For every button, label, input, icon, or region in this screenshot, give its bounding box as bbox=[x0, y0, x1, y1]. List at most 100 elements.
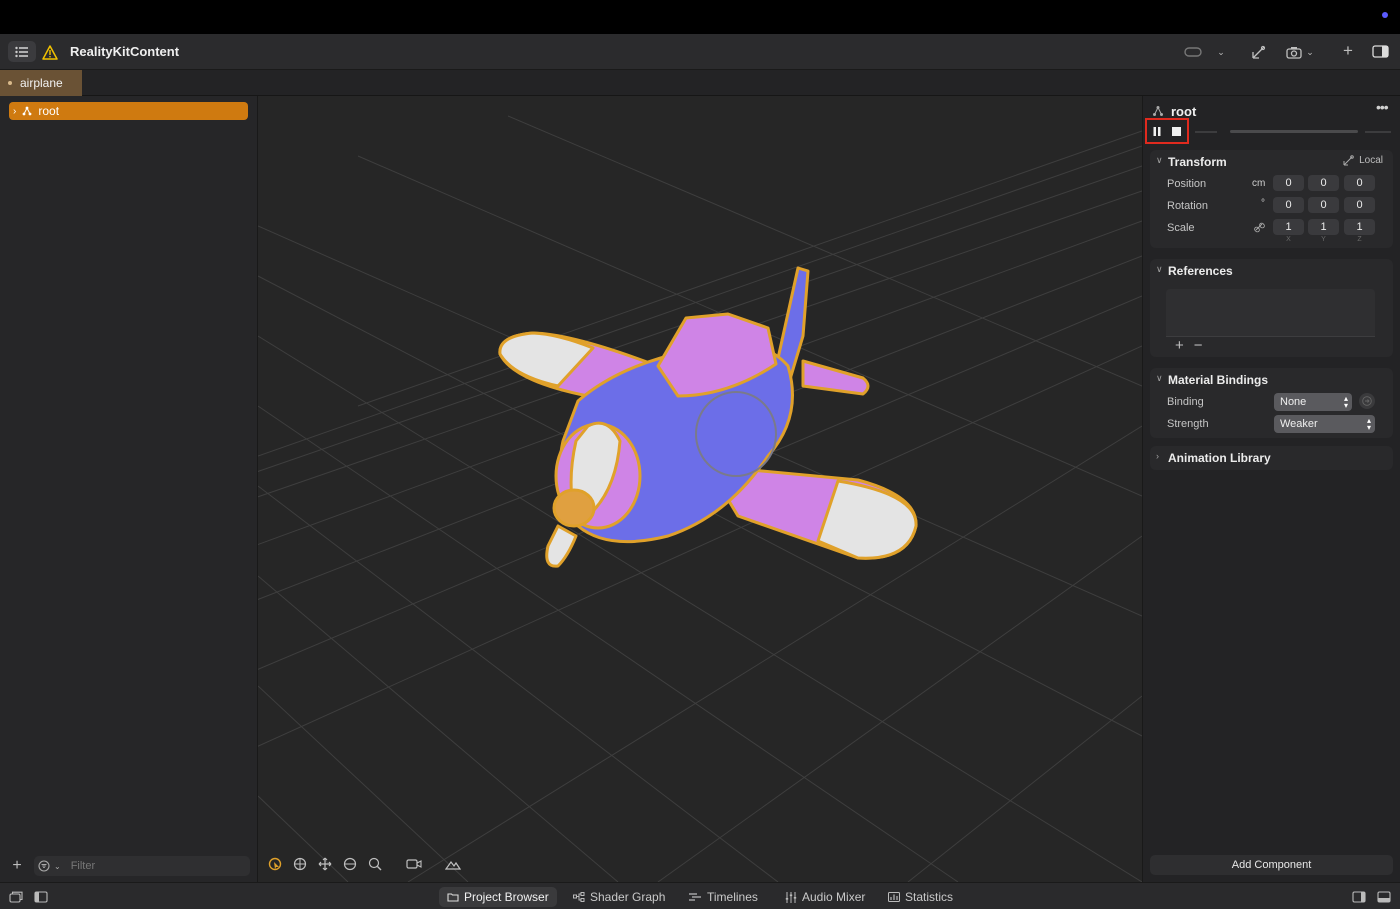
window-toolbar: RealityKitContent ⌄ ⌄ + bbox=[0, 34, 1400, 70]
chevron-down-icon[interactable]: ∨ bbox=[1156, 264, 1163, 275]
camera-view-button[interactable] bbox=[405, 856, 422, 873]
filter-icon[interactable] bbox=[38, 860, 50, 872]
left-sidebar-toggle-button[interactable] bbox=[33, 889, 49, 905]
space-label: Local bbox=[1359, 155, 1383, 166]
add-button[interactable]: + bbox=[1339, 41, 1357, 60]
disclosure-chevron-icon[interactable]: › bbox=[13, 106, 16, 117]
timecode-end bbox=[1365, 131, 1391, 133]
chevron-down-icon[interactable]: ⌄ bbox=[1214, 43, 1228, 61]
windows-button[interactable] bbox=[8, 889, 24, 905]
arrow-right-circle-icon bbox=[1362, 396, 1372, 406]
entity-icon bbox=[1153, 106, 1163, 116]
chevron-down-icon[interactable]: ⌄ bbox=[54, 862, 61, 871]
hierarchy-footer: + ⌄ Filter bbox=[0, 850, 258, 882]
references-section: ∨ References + − bbox=[1150, 259, 1393, 357]
filter-placeholder: Filter bbox=[70, 860, 96, 872]
local-axes-icon bbox=[1343, 155, 1354, 166]
hierarchy-item-label: root bbox=[38, 104, 60, 118]
position-x-field[interactable]: 0 bbox=[1273, 175, 1304, 191]
orbit-tool-button[interactable] bbox=[291, 856, 308, 873]
add-component-button[interactable]: Add Component bbox=[1150, 855, 1393, 875]
rotation-unit[interactable]: ° bbox=[1261, 198, 1265, 209]
chevron-down-icon[interactable]: ⌄ bbox=[1304, 43, 1316, 61]
transform-tool-button[interactable] bbox=[1249, 43, 1267, 61]
tab-project-browser[interactable]: Project Browser bbox=[439, 887, 557, 907]
pause-icon[interactable] bbox=[1153, 126, 1161, 136]
more-options-icon[interactable]: ••• bbox=[1376, 100, 1392, 118]
tab-timelines[interactable]: Timelines bbox=[680, 887, 766, 907]
orbit-icon bbox=[293, 857, 306, 871]
warning-button[interactable] bbox=[40, 42, 60, 62]
vision-pro-preview-button[interactable] bbox=[1182, 43, 1204, 61]
filter-field[interactable]: ⌄ Filter bbox=[34, 856, 250, 876]
position-y-field[interactable]: 0 bbox=[1308, 175, 1339, 191]
animation-scrubber[interactable] bbox=[1230, 130, 1358, 133]
tab-label: airplane bbox=[20, 76, 63, 90]
scale-x-field[interactable]: 1 bbox=[1273, 219, 1304, 235]
link-icon[interactable] bbox=[1254, 222, 1265, 233]
tab-label: Statistics bbox=[905, 890, 954, 904]
stop-icon[interactable] bbox=[1172, 126, 1181, 136]
animation-library-section[interactable]: › Animation Library bbox=[1150, 446, 1393, 470]
recording-indicator-icon bbox=[1382, 12, 1388, 18]
zoom-tool-button[interactable] bbox=[366, 856, 383, 873]
axis-z-label: Z bbox=[1357, 236, 1362, 243]
bottom-panel-toggle-button[interactable] bbox=[1376, 889, 1392, 905]
rotation-label: Rotation bbox=[1167, 200, 1208, 212]
video-camera-icon bbox=[405, 859, 422, 869]
scene-hierarchy-panel: › root + ⌄ Filter bbox=[0, 96, 258, 882]
binding-value: None bbox=[1280, 396, 1307, 408]
position-unit[interactable]: cm bbox=[1252, 178, 1265, 189]
ground-grid bbox=[258, 115, 1142, 882]
remove-reference-button[interactable]: − bbox=[1194, 337, 1203, 354]
rotation-z-field[interactable]: 0 bbox=[1344, 197, 1375, 213]
scale-z-field[interactable]: 1 bbox=[1344, 219, 1375, 235]
references-list[interactable] bbox=[1166, 289, 1375, 337]
up-down-chevron-icon: ▴ ▾ bbox=[1343, 394, 1348, 410]
mountains-icon bbox=[444, 860, 461, 870]
chevron-right-icon[interactable]: › bbox=[1156, 451, 1159, 461]
binding-go-button[interactable] bbox=[1359, 393, 1375, 409]
environment-button[interactable] bbox=[444, 856, 461, 873]
hierarchy-item-root[interactable]: › root bbox=[9, 102, 248, 120]
add-entity-button[interactable]: + bbox=[9, 856, 25, 876]
statistics-icon bbox=[888, 892, 900, 902]
tab-shader-graph[interactable]: Shader Graph bbox=[565, 887, 673, 907]
tab-audio-mixer[interactable]: Audio Mixer bbox=[777, 887, 873, 907]
chevron-down-icon[interactable]: ∨ bbox=[1156, 155, 1163, 166]
binding-label: Binding bbox=[1167, 396, 1204, 408]
globe-icon bbox=[343, 857, 356, 871]
add-reference-button[interactable]: + bbox=[1175, 337, 1184, 354]
rotation-y-field[interactable]: 0 bbox=[1308, 197, 1339, 213]
references-buttons: + − bbox=[1175, 337, 1203, 354]
tab-label: Shader Graph bbox=[590, 890, 666, 904]
chevron-down-icon[interactable]: ∨ bbox=[1156, 373, 1163, 384]
section-title: Material Bindings bbox=[1168, 373, 1269, 387]
inspector-toggle-button[interactable] bbox=[1369, 42, 1391, 61]
rotation-x-field[interactable]: 0 bbox=[1273, 197, 1304, 213]
tab-airplane[interactable]: airplane bbox=[0, 70, 82, 96]
strength-popup[interactable]: Weaker ▴ ▾ bbox=[1274, 415, 1375, 433]
3d-viewport[interactable] bbox=[258, 96, 1142, 882]
bottom-bar: Project Browser Shader Graph Timelines A… bbox=[0, 882, 1400, 909]
snapshot-button[interactable] bbox=[1284, 43, 1304, 61]
select-tool-button[interactable] bbox=[266, 856, 283, 873]
navigator-toggle-button[interactable] bbox=[8, 41, 36, 62]
position-label: Position bbox=[1167, 178, 1207, 190]
list-icon bbox=[15, 46, 28, 57]
tab-statistics[interactable]: Statistics bbox=[880, 887, 961, 907]
zoom-icon bbox=[368, 857, 381, 871]
audio-mixer-icon bbox=[785, 891, 797, 903]
position-z-field[interactable]: 0 bbox=[1344, 175, 1375, 191]
scale-y-field[interactable]: 1 bbox=[1308, 219, 1339, 235]
strength-label: Strength bbox=[1167, 418, 1209, 430]
binding-popup[interactable]: None ▴ ▾ bbox=[1274, 393, 1352, 411]
warning-icon bbox=[42, 44, 58, 60]
pan-tool-button[interactable] bbox=[316, 856, 333, 873]
airplane-model bbox=[498, 266, 918, 568]
section-title: Animation Library bbox=[1168, 451, 1271, 465]
right-sidebar-toggle-button[interactable] bbox=[1351, 889, 1367, 905]
dolly-tool-button[interactable] bbox=[341, 856, 358, 873]
space-toggle[interactable]: Local bbox=[1343, 155, 1383, 166]
strength-value: Weaker bbox=[1280, 418, 1318, 430]
